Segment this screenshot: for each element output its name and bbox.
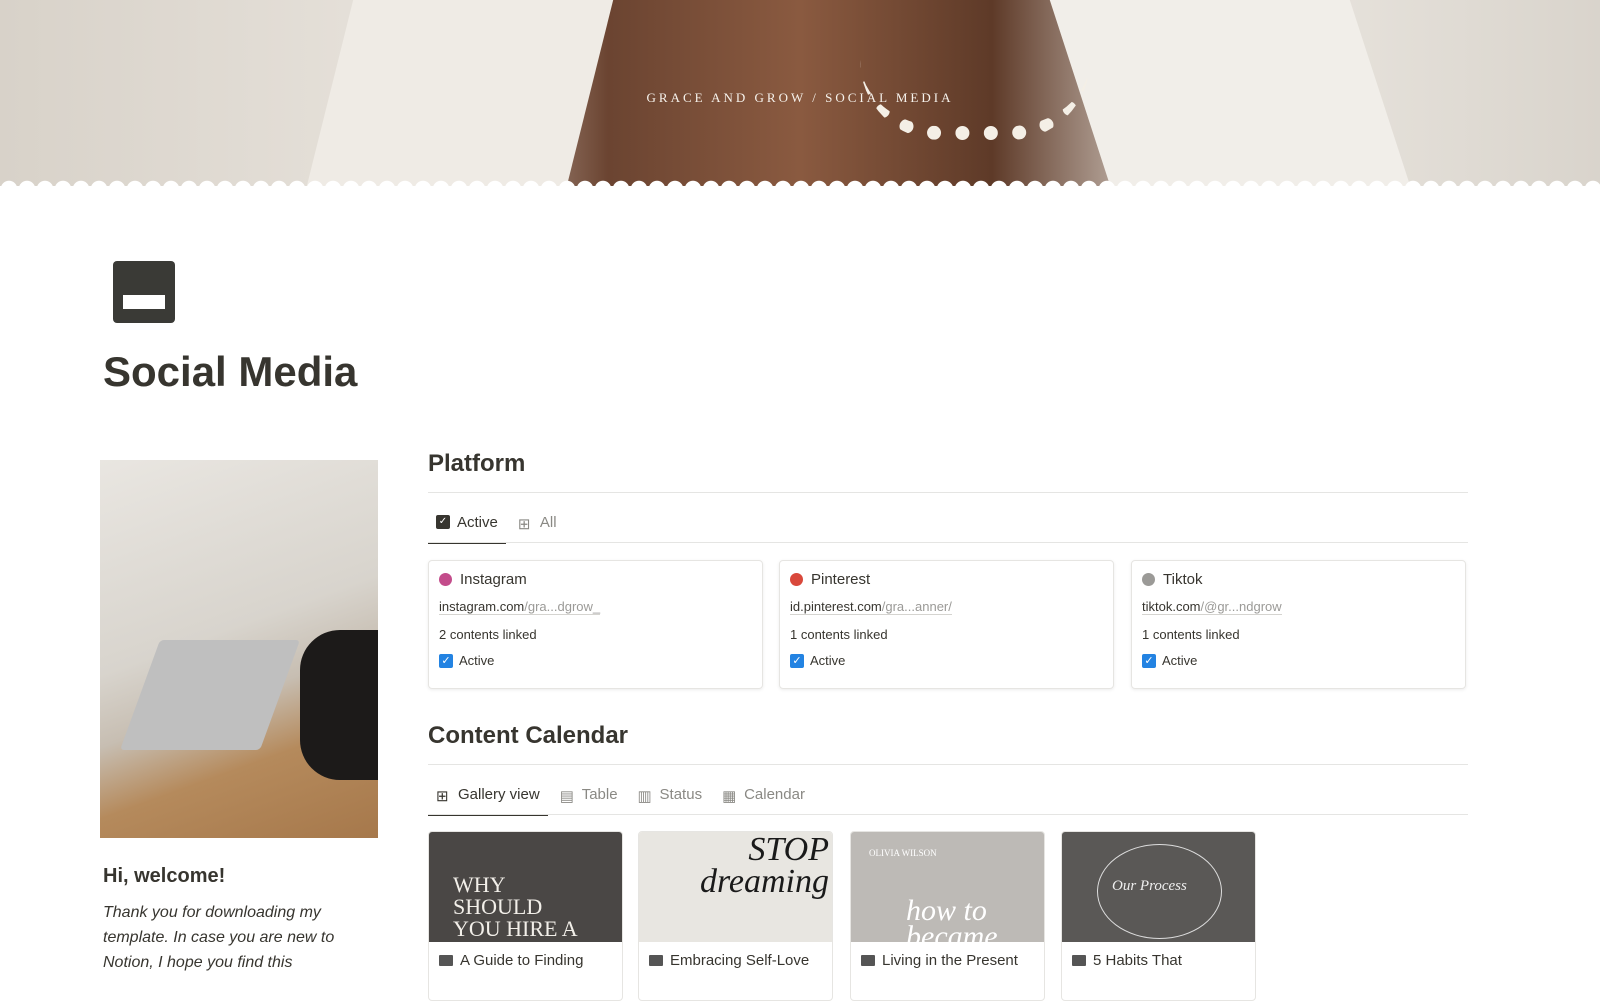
divider: [428, 764, 1468, 765]
checkbox-label: Active: [810, 653, 846, 668]
contents-linked: 2 contents linked: [439, 627, 537, 642]
tab-label: Status: [659, 785, 703, 803]
content-cover-image: Our Process: [1062, 832, 1255, 942]
page-icon: [861, 955, 875, 966]
tab-table[interactable]: ▤ Table: [552, 777, 626, 811]
url-path: /gra...dgrow_: [524, 599, 601, 614]
content-card[interactable]: Our Process 5 Habits That: [1061, 831, 1256, 1001]
content-calendar-heading: Content Calendar: [428, 722, 629, 749]
tab-active[interactable]: ✓ Active: [428, 505, 506, 544]
calendar-icon: ▦: [722, 788, 737, 805]
divider: [428, 542, 1468, 543]
active-checkbox[interactable]: ✓: [1142, 653, 1156, 668]
gallery-icon: ⊞: [517, 516, 531, 533]
content-card[interactable]: OLIVIA WILSON how to became Living in th…: [850, 831, 1045, 1001]
platform-card[interactable]: Instagram instagram.com/gra...dgrow_ 2 c…: [428, 560, 763, 689]
welcome-heading: Hi, welcome!: [103, 865, 226, 887]
content-cover-image: STOP dreaming: [639, 832, 832, 942]
platform-heading: Platform: [428, 450, 526, 477]
tab-label: Calendar: [744, 785, 805, 803]
board-icon: ▥: [637, 788, 652, 805]
url-domain: tiktok.com: [1142, 599, 1201, 614]
tab-label: All: [539, 513, 557, 531]
table-icon: ▤: [559, 788, 574, 805]
tab-gallery-view[interactable]: ⊞ Gallery view: [428, 777, 548, 816]
url-domain: id.pinterest.com: [790, 599, 882, 614]
platform-url-link[interactable]: instagram.com/gra...dgrow_: [439, 599, 601, 615]
tab-label: Gallery view: [458, 785, 540, 803]
platform-view-tabs: ✓ Active ⊞ All: [428, 505, 565, 544]
checkbox-label: Active: [459, 653, 495, 668]
content-card[interactable]: STOP dreaming Embracing Self-Love: [638, 831, 833, 1001]
welcome-text: Thank you for downloading my template. I…: [103, 904, 335, 971]
platform-url-link[interactable]: tiktok.com/@gr...ndgrow: [1142, 599, 1282, 615]
divider: [428, 492, 1468, 493]
platform-name: Tiktok: [1163, 571, 1203, 588]
url-path: /gra...anner/: [881, 599, 952, 614]
content-cover-image: WHY SHOULD YOU HIRE A: [429, 832, 622, 942]
page-icon: [1072, 955, 1086, 966]
active-checkbox[interactable]: ✓: [439, 653, 453, 668]
cover-image: GRACE AND GROW / SOCIAL MEDIA: [0, 0, 1600, 186]
welcome-image: [100, 460, 378, 838]
ticket-icon[interactable]: [113, 261, 175, 323]
url-domain: instagram.com: [439, 599, 525, 614]
tab-label: Active: [457, 513, 498, 531]
status-dot-icon: [439, 573, 452, 586]
image-text: WHY SHOULD YOU HIRE A: [453, 872, 578, 941]
active-checkbox[interactable]: ✓: [790, 653, 804, 668]
platform-url-link[interactable]: id.pinterest.com/gra...anner/: [790, 599, 952, 615]
contents-linked: 1 contents linked: [1142, 627, 1240, 642]
content-title: Living in the Present: [882, 952, 1018, 969]
page-title: Social Media: [103, 348, 358, 395]
platform-name: Instagram: [460, 571, 527, 588]
contents-linked: 1 contents linked: [790, 627, 888, 642]
checkbox-label: Active: [1162, 653, 1198, 668]
calendar-view-tabs: ⊞ Gallery view ▤ Table ▥ Status ▦ Calendar: [428, 777, 813, 816]
gallery-icon: ⊞: [436, 788, 449, 805]
image-brand: OLIVIA WILSON: [869, 848, 937, 858]
page-icon: [439, 955, 453, 966]
checkbox-icon: ✓: [436, 515, 450, 529]
divider: [428, 814, 1468, 815]
platform-card[interactable]: Tiktok tiktok.com/@gr...ndgrow 1 content…: [1131, 560, 1466, 689]
tab-all[interactable]: ⊞ All: [510, 505, 565, 539]
image-text: how to became: [906, 894, 998, 943]
tab-calendar[interactable]: ▦ Calendar: [714, 777, 813, 811]
content-cover-image: OLIVIA WILSON how to became: [851, 832, 1044, 942]
status-dot-icon: [1142, 573, 1155, 586]
tab-label: Table: [581, 785, 618, 803]
platform-name: Pinterest: [811, 571, 871, 588]
content-title: A Guide to Finding: [460, 952, 584, 969]
platform-card[interactable]: Pinterest id.pinterest.com/gra...anner/ …: [779, 560, 1114, 689]
tab-status[interactable]: ▥ Status: [630, 777, 711, 811]
page-icon: [649, 955, 663, 966]
url-path: /@gr...ndgrow: [1200, 599, 1282, 614]
image-text: STOP dreaming: [699, 832, 829, 900]
content-title: 5 Habits That: [1093, 952, 1182, 969]
content-title: Embracing Self-Love: [670, 952, 810, 969]
status-dot-icon: [790, 573, 803, 586]
cover-title: GRACE AND GROW / SOCIAL MEDIA: [646, 90, 954, 105]
content-card[interactable]: WHY SHOULD YOU HIRE A A Guide to Finding: [428, 831, 623, 1001]
